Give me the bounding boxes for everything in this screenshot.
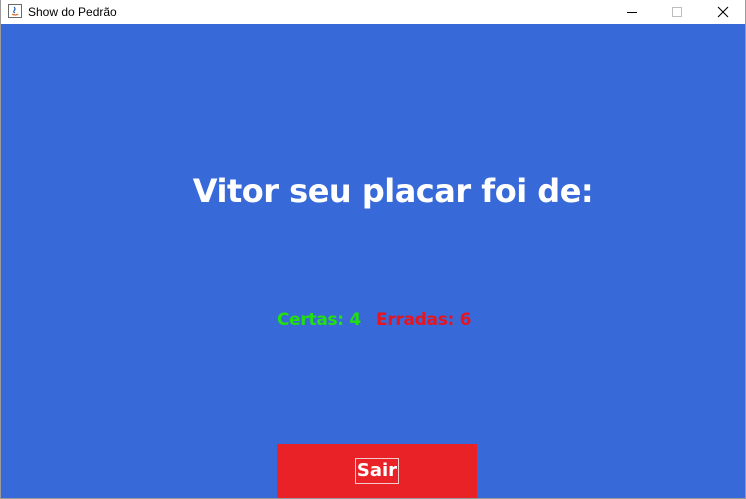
score-heading: Vitor seu placar foi de:	[192, 172, 594, 210]
minimize-icon	[627, 12, 637, 13]
certas-label: Certas: 4	[277, 310, 361, 330]
maximize-button[interactable]	[654, 0, 700, 24]
erradas-label: Erradas: 6	[376, 310, 472, 330]
close-button[interactable]	[700, 0, 746, 24]
app-window: Show do Pedrão Vitor seu placar foi de: …	[0, 0, 746, 499]
close-icon	[717, 6, 729, 18]
java-app-icon	[8, 4, 22, 18]
exit-button[interactable]: Sair	[277, 444, 477, 498]
title-bar[interactable]: Show do Pedrão	[1, 0, 745, 24]
score-panel: Vitor seu placar foi de: Certas: 4 Errad…	[1, 24, 745, 498]
exit-button-label: Sair	[354, 458, 400, 484]
maximize-icon	[672, 7, 682, 17]
window-title: Show do Pedrão	[28, 5, 117, 19]
minimize-button[interactable]	[609, 0, 655, 24]
